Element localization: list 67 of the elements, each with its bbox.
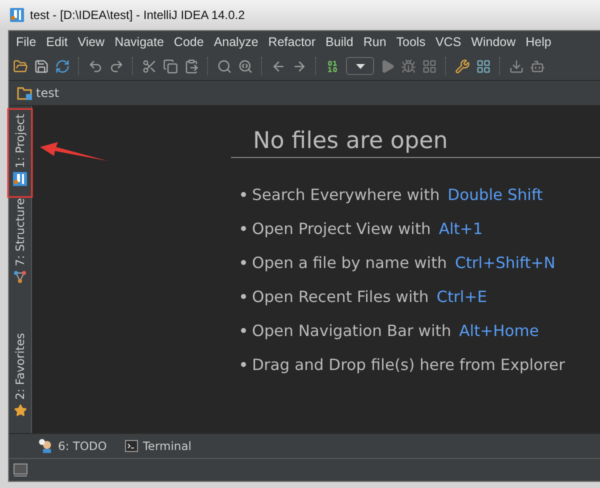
copy-icon[interactable]: [163, 58, 178, 74]
hint-text: Open Navigation Bar with: [252, 322, 452, 340]
hint-text: Open Project View with: [252, 220, 431, 238]
menu-item[interactable]: Navigate: [110, 34, 169, 48]
terminal-icon: [124, 440, 138, 452]
hint-text: Search Everywhere with: [252, 186, 440, 204]
menu-item[interactable]: Code: [168, 34, 209, 48]
play-icon[interactable]: [380, 58, 395, 74]
hint-text: Open a file by name with: [252, 254, 447, 272]
bullet-icon: [241, 260, 246, 265]
side-tab[interactable]: 2: Favorites: [13, 333, 27, 400]
folder-icon[interactable]: [13, 58, 28, 74]
annotation-arrow: [40, 142, 110, 164]
paste-icon[interactable]: [184, 58, 199, 74]
structure-icon: [14, 270, 26, 283]
bullet-icon: [241, 328, 246, 333]
menu-item[interactable]: Build: [320, 34, 358, 48]
download-icon[interactable]: [509, 58, 524, 74]
undo-icon[interactable]: [88, 58, 103, 74]
save-icon[interactable]: [34, 58, 49, 74]
logo-icon: [13, 172, 27, 186]
menu-item[interactable]: Window: [466, 34, 521, 48]
window-title: test - [D:\IDEA\test] - IntelliJ IDEA 14.0.2: [30, 8, 245, 22]
menu-item[interactable]: Help: [520, 34, 556, 48]
menu-item[interactable]: Edit: [41, 34, 73, 48]
refresh-icon[interactable]: [55, 58, 70, 74]
side-tab[interactable]: 7: Structure: [13, 198, 27, 267]
folder-icon: [17, 86, 33, 100]
grid-icon[interactable]: [422, 58, 437, 74]
bullet-icon: [241, 192, 246, 197]
shortcut-text: Ctrl+Shift+N: [455, 254, 556, 272]
search-icon[interactable]: [217, 58, 232, 74]
shortcut-text: Double Shift: [448, 186, 543, 204]
redo-icon[interactable]: [109, 58, 124, 74]
forward-icon[interactable]: [292, 58, 307, 74]
hint-text: Open Recent Files with: [252, 288, 429, 306]
menu-item[interactable]: VCS: [430, 34, 466, 48]
menu-item[interactable]: Run: [358, 34, 392, 48]
todo-icon: [39, 439, 53, 453]
menu-item[interactable]: View: [72, 34, 110, 48]
bug-icon[interactable]: [401, 58, 416, 74]
menu-item[interactable]: Refactor: [263, 34, 321, 48]
replace-icon[interactable]: [238, 58, 253, 74]
cut-icon[interactable]: [142, 58, 157, 74]
bullet-icon: [241, 226, 246, 231]
wrench-icon[interactable]: [455, 58, 470, 74]
menu-item[interactable]: Analyze: [208, 34, 264, 48]
shortcut-text: Alt+1: [438, 220, 483, 238]
app-logo-icon: [10, 8, 24, 22]
run-config-dropdown[interactable]: [346, 57, 374, 75]
menu-item[interactable]: File: [11, 34, 42, 48]
shortcut-text: Ctrl+E: [436, 288, 488, 306]
tool-window-tab[interactable]: Terminal: [142, 439, 192, 453]
caret-icon: [356, 64, 364, 68]
hint-text: Drag and Drop file(s) here from Explorer: [252, 356, 565, 374]
shortcut-text: Alt+Home: [459, 322, 539, 340]
structure-grid-icon[interactable]: [476, 58, 491, 74]
tool-window-tab[interactable]: 6: TODO: [58, 439, 107, 453]
bullet-icon: [241, 294, 246, 299]
menu-item[interactable]: Tools: [391, 34, 430, 48]
binary-icon[interactable]: [325, 58, 340, 74]
panel-toggle-icon[interactable]: [13, 463, 28, 477]
back-icon[interactable]: [271, 58, 286, 74]
star-icon: [14, 404, 26, 417]
breadcrumb-item[interactable]: test: [36, 86, 60, 100]
empty-editor-heading: No files are open: [231, 128, 600, 158]
bullet-icon: [241, 362, 246, 367]
